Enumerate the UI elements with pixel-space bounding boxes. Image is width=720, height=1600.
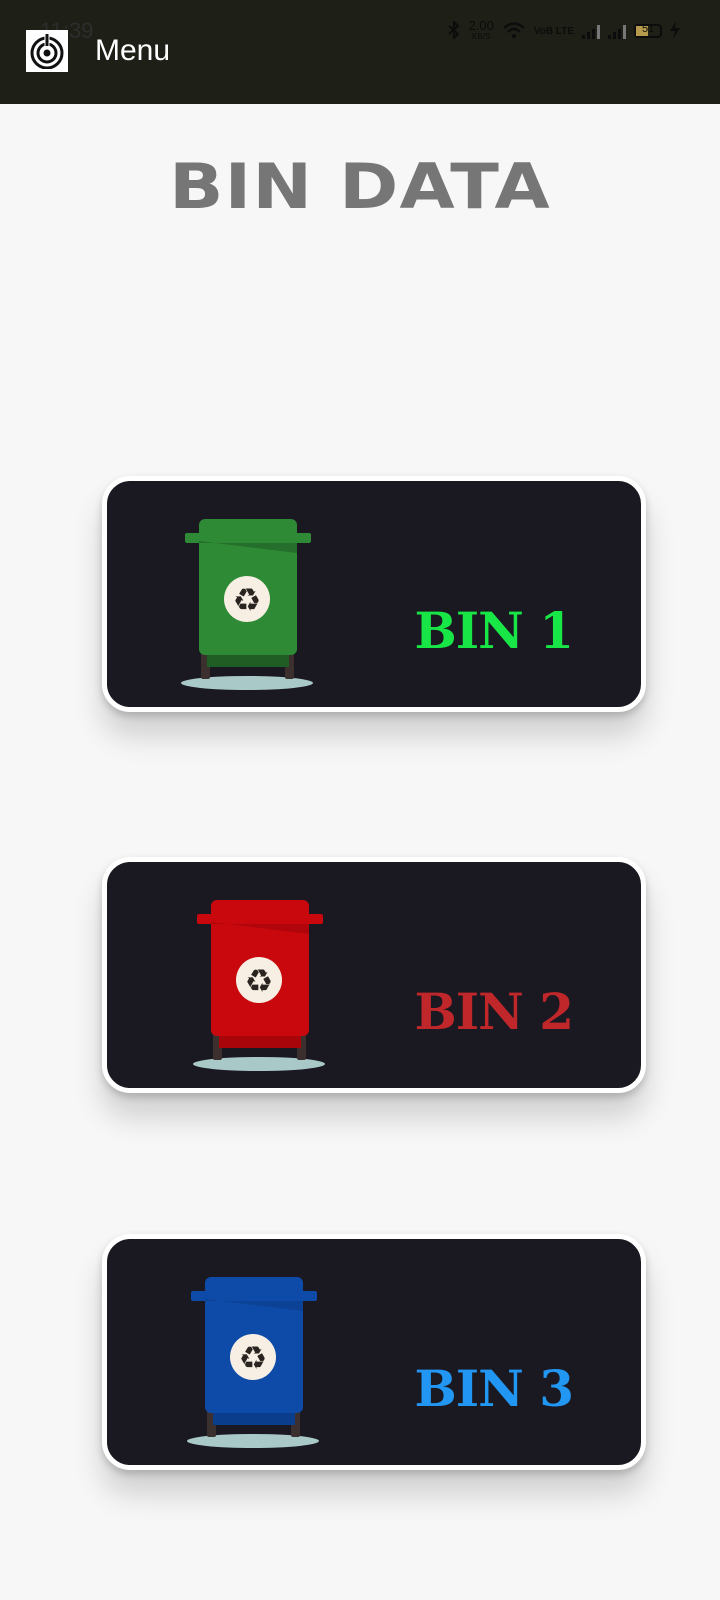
signal-icon xyxy=(582,23,600,39)
menu-title[interactable]: Menu xyxy=(95,34,170,68)
network-speed-unit: KB/S xyxy=(472,32,491,41)
status-icons: 2.00 KB/S VoB LTE 51 xyxy=(447,18,680,42)
green-recycle-bin-icon: ♻ xyxy=(181,519,313,690)
app-bar: 11:39 2.00 KB/S VoB LTE 51 Menu xyxy=(0,0,720,104)
bin-2-label: BIN 2 xyxy=(414,982,574,1041)
battery-level: 51 xyxy=(642,23,655,35)
volte-icon: VoB LTE xyxy=(533,25,574,37)
page-title: BIN DATA xyxy=(169,150,551,223)
bin-3-label: BIN 3 xyxy=(414,1359,574,1418)
network-speed-value: 2.00 xyxy=(468,18,494,33)
signal-icon-2 xyxy=(608,23,626,39)
target-power-icon[interactable] xyxy=(26,30,68,72)
battery-icon: 51 xyxy=(634,23,662,38)
svg-text:♻: ♻ xyxy=(245,962,274,1000)
bluetooth-icon xyxy=(447,19,461,42)
bin-1-label: BIN 1 xyxy=(414,601,574,660)
blue-recycle-bin-icon: ♻ xyxy=(187,1277,319,1448)
charging-icon xyxy=(670,20,680,42)
bin-2-card[interactable]: ♻ BIN 2 xyxy=(102,857,646,1093)
bin-3-card[interactable]: ♻ BIN 3 xyxy=(102,1234,646,1470)
svg-text:♻: ♻ xyxy=(233,581,262,619)
red-recycle-bin-icon: ♻ xyxy=(193,900,325,1071)
network-speed: 2.00 KB/S xyxy=(468,18,494,42)
bin-1-card[interactable]: ♻ BIN 1 xyxy=(102,476,646,712)
svg-text:♻: ♻ xyxy=(239,1339,268,1377)
wifi-icon xyxy=(502,21,526,42)
